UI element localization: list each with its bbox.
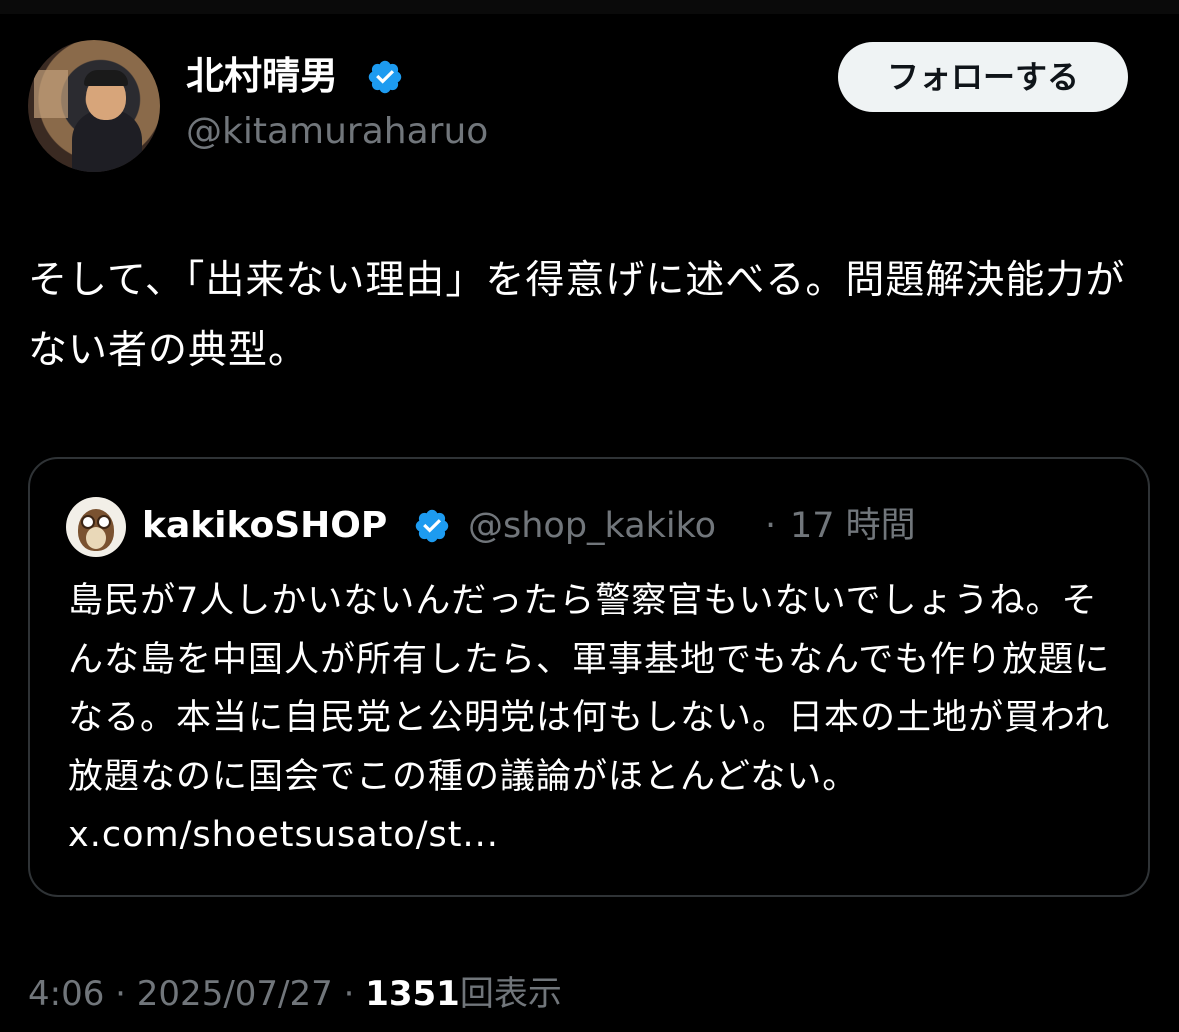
view-count-label: 回表示 (459, 974, 562, 1014)
quote-link[interactable]: x.com/shoetsusato/st... (68, 815, 499, 855)
tweet-time[interactable]: 4:06 (28, 974, 104, 1014)
owl-eye-left (81, 515, 95, 529)
quote-timestamp[interactable]: 17 時間 (790, 501, 916, 551)
tweet-meta: 4:06 · 2025/07/27 · 1351回表示 (28, 970, 562, 1018)
author-name[interactable]: 北村晴男 (186, 50, 338, 102)
avatar-background (34, 70, 68, 118)
verified-badge-icon (368, 60, 402, 94)
quote-author-name[interactable]: kakikoSHOP (142, 501, 387, 551)
tweet-text: そして、「出来ない理由」を得意げに述べる。問題解決能力がない者の典型。 (28, 258, 1126, 373)
quote-separator: · (765, 506, 777, 546)
meta-separator: · (115, 974, 126, 1014)
quote-body: 島民が7人しかいないんだったら警察官もいないでしょうね。そんな島を中国人が所有し… (68, 581, 1111, 797)
author-avatar[interactable] (28, 40, 160, 172)
quote-author-handle[interactable]: @shop_kakiko (468, 501, 716, 551)
top-divider (0, 0, 1179, 14)
follow-button[interactable]: フォローする (838, 42, 1128, 112)
quote-verified-badge-icon (415, 509, 449, 543)
owl-belly (86, 527, 106, 549)
tweet-date[interactable]: 2025/07/27 (137, 974, 333, 1014)
quoted-tweet-card[interactable]: kakikoSHOP @shop_kakiko · 17 時間 島民が7人しかい… (28, 457, 1150, 897)
avatar-hair (84, 70, 128, 86)
owl-avatar-icon[interactable] (66, 497, 126, 557)
meta-separator: · (343, 974, 355, 1014)
owl-eye-right (97, 515, 111, 529)
author-handle[interactable]: @kitamuraharuo (186, 108, 488, 156)
view-count: 1351 (365, 974, 460, 1014)
quote-text: 島民が7人しかいないんだったら警察官もいないでしょうね。そんな島を中国人が所有し… (68, 572, 1118, 865)
